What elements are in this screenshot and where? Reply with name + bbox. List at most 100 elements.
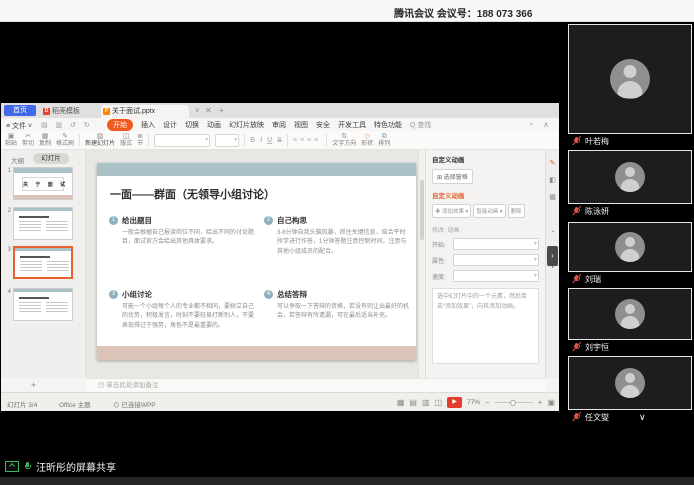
- normal-view-icon[interactable]: ▦: [397, 398, 405, 407]
- quick-access-icons[interactable]: ▤ ▥ ↺ ↻: [41, 121, 93, 129]
- item-heading: 总结答辩: [277, 289, 307, 300]
- underline-button[interactable]: U: [267, 137, 272, 144]
- item-body: 3-6分钟自我头脑风暴，抓住关键信息，结合平时所学进行作答，1分钟答题注意控制时…: [277, 229, 409, 257]
- notes-bar[interactable]: ▤ 单击此处添加备注: [86, 378, 545, 392]
- start-dropdown[interactable]: [453, 238, 539, 250]
- current-slide[interactable]: 一面——群面（无领导小组讨论） 1 给出题目 一般会根据自己报读岗位不同，给出不…: [97, 163, 416, 360]
- mic-muted-icon: [572, 342, 581, 352]
- tab-presentation-file[interactable]: P 关于面试.pptx: [101, 105, 189, 118]
- tab-menu-icon[interactable]: ˅: [195, 106, 200, 115]
- slide-thumbnail-1[interactable]: 关 于 面 试: [13, 167, 73, 200]
- item-body: 一般会根据自己报读岗位不同，给出不同的讨论题目，面试官方会给出其他具体要求。: [122, 229, 254, 248]
- arrange-button[interactable]: ⧉排列: [378, 133, 390, 147]
- animation-pane-icon[interactable]: ✎: [546, 159, 559, 167]
- ribbon-tab-home[interactable]: 开始: [107, 119, 133, 131]
- tab-outline[interactable]: 大纲: [11, 155, 24, 165]
- thumb-text-lines: [46, 221, 68, 233]
- chevron-down-icon[interactable]: ∨: [639, 412, 646, 422]
- shapes-button[interactable]: ◇形状: [361, 133, 373, 147]
- ribbon-tab-insert[interactable]: 插入: [141, 120, 155, 130]
- design-pane-icon[interactable]: ◧: [546, 176, 559, 184]
- canvas-scrollbar[interactable]: [418, 150, 425, 378]
- layout-button[interactable]: ◫版式: [120, 133, 132, 147]
- slide-thumbnail-3-selected[interactable]: [13, 246, 73, 279]
- right-pane-rail: ✎ ◧ ▦ › ◔ ≣ ✚: [545, 150, 559, 378]
- thumb-number: 3: [4, 247, 11, 253]
- thumb-bottom-band: [14, 195, 72, 199]
- zoom-in-icon[interactable]: +: [538, 398, 543, 407]
- tab-docer-template[interactable]: D 稻壳模板: [41, 105, 97, 118]
- zoom-slider[interactable]: [495, 402, 533, 403]
- meeting-id-text: 腾讯会议 会议号：188 073 366: [394, 5, 532, 20]
- new-slide-button[interactable]: ▧新建幻灯片: [85, 133, 115, 147]
- ribbon-tab-view[interactable]: 视图: [294, 120, 308, 130]
- tab-home[interactable]: 首页: [4, 105, 36, 116]
- toolbar-divider: [244, 134, 245, 147]
- font-size-select[interactable]: [215, 134, 239, 147]
- ribbon-tab-review[interactable]: 审阅: [272, 120, 286, 130]
- participant-strip: 叶若梅 陈泳妍 刘瑞 刘宇恒 任文燮 ∨: [563, 22, 694, 485]
- docer-doc-icon: D: [43, 108, 50, 115]
- align-buttons[interactable]: ≡≡≡≡: [293, 137, 321, 144]
- section-button[interactable]: ≣节: [137, 133, 143, 147]
- italic-button[interactable]: I: [260, 137, 262, 144]
- notes-view-icon[interactable]: ◫: [435, 398, 443, 407]
- ribbon-tab-slideshow[interactable]: 幻灯片放映: [229, 120, 264, 130]
- participant-video-tile[interactable]: [568, 356, 692, 410]
- tab-slides[interactable]: 幻灯片: [33, 153, 69, 164]
- smart-animation-button[interactable]: 智能动画 ▾: [473, 204, 505, 218]
- strikethrough-button[interactable]: S: [277, 137, 282, 144]
- ribbon-tab-animation[interactable]: 动画: [207, 120, 221, 130]
- ribbon-right-icons[interactable]: ◔ ∧: [528, 120, 553, 129]
- ribbon-tab-features[interactable]: 特色功能: [374, 120, 402, 130]
- fullscreen-icon[interactable]: ▣: [547, 398, 555, 407]
- slide-thumbnail-4[interactable]: [13, 288, 73, 321]
- zoom-slider-knob[interactable]: [510, 400, 516, 406]
- cut-button[interactable]: ✂剪切: [22, 133, 34, 147]
- text-direction-button[interactable]: ⇅文字方向: [332, 133, 356, 147]
- speed-dropdown[interactable]: [453, 270, 539, 282]
- copy-button[interactable]: ▦复制: [39, 133, 51, 147]
- thumb-top-band: [14, 168, 72, 173]
- thumb-title-text: 关 于 面 试: [22, 177, 64, 191]
- participant-name-row: 任文燮 ∨: [568, 410, 692, 424]
- ribbon-tab-transition[interactable]: 切换: [185, 120, 199, 130]
- bold-button[interactable]: B: [250, 137, 255, 144]
- ribbon-tab-design[interactable]: 设计: [163, 120, 177, 130]
- comment-pane-icon[interactable]: ◔: [546, 229, 559, 236]
- new-tab-icon[interactable]: +: [219, 106, 224, 115]
- ribbon-tab-devtools[interactable]: 开发工具: [338, 120, 366, 130]
- ribbon-tab-security[interactable]: 安全: [316, 120, 330, 130]
- slideshow-play-button[interactable]: ▶: [447, 397, 462, 408]
- participant-video-tile[interactable]: [568, 222, 692, 272]
- slide-thumbnail-2[interactable]: [13, 207, 73, 240]
- delete-animation-button[interactable]: 删除: [508, 204, 525, 218]
- paste-button[interactable]: ▣粘贴: [5, 133, 17, 147]
- participant-name-row: 叶若梅: [568, 134, 692, 148]
- participant-video-tile[interactable]: [568, 288, 692, 340]
- participant-video-tile[interactable]: [568, 150, 692, 204]
- reading-view-icon[interactable]: ▥: [422, 398, 430, 407]
- object-pane-icon[interactable]: ▦: [546, 193, 559, 201]
- add-effect-button[interactable]: ✚ 添加效果 ▾: [432, 204, 471, 218]
- mic-muted-icon: [572, 206, 581, 216]
- slide-counter: 幻灯片 3/4: [7, 399, 37, 409]
- format-painter-button[interactable]: ✎格式刷: [56, 133, 74, 147]
- participant-video-tile[interactable]: [568, 24, 692, 134]
- font-family-select[interactable]: [154, 134, 210, 147]
- ribbon-tabs: 开始 插入 设计 切换 动画 幻灯片放映 审阅 视图 安全 开发工具 特色功能 …: [107, 118, 431, 131]
- file-menu[interactable]: ≡ 文件 ˅: [6, 121, 32, 131]
- search-command[interactable]: Q 查找: [410, 120, 431, 130]
- property-dropdown[interactable]: [453, 254, 539, 266]
- add-slide-button[interactable]: +: [31, 379, 36, 391]
- mic-muted-icon: [572, 136, 581, 146]
- collapse-pane-button[interactable]: ›: [547, 246, 558, 266]
- slide-thumbnail-panel: 大纲 幻灯片 1 关 于 面 试 2 3 4: [1, 150, 86, 378]
- tab-close-icon[interactable]: ✕: [205, 106, 212, 115]
- sorter-view-icon[interactable]: ▤: [409, 398, 417, 407]
- cut-icon: ✂: [25, 133, 31, 141]
- thumb-title-line: [19, 297, 49, 299]
- zoom-out-icon[interactable]: −: [485, 398, 490, 407]
- selection-pane-button[interactable]: ⊞ 选择窗格: [432, 169, 473, 184]
- wps-status-bar: 幻灯片 3/4 Office 主题 ⊙ 已连接WPP ▦ ▤ ▥ ◫ ▶ 77%…: [1, 392, 559, 411]
